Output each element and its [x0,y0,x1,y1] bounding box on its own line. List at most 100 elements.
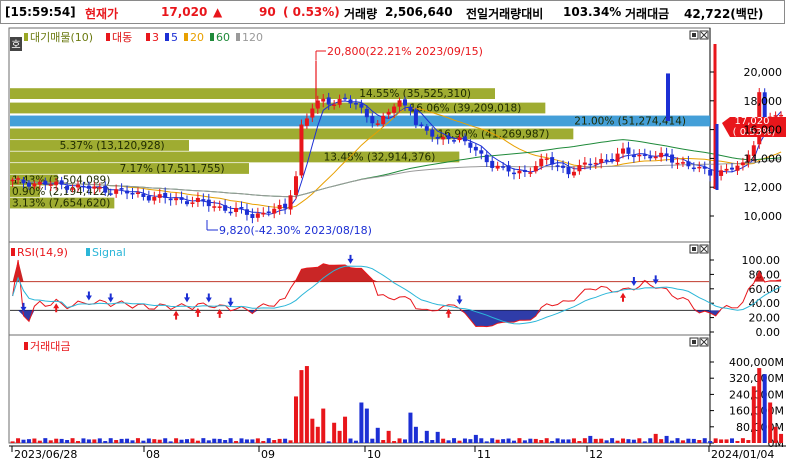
date-tick-label: 10 [367,448,381,461]
candle-body [141,193,146,197]
candle-body [32,183,37,187]
price-tick-label: 20,000 [744,66,783,79]
prev-ratio-value: 103.34% [563,5,622,19]
candle-body [413,110,418,125]
order-bar-label-4: 5.37% (13,120,928) [60,140,165,152]
candle-body [217,206,222,208]
candle-body [310,108,315,118]
ma-legend-swatch-20 [184,33,188,41]
volume-bar [234,441,239,443]
volume-bar [179,439,184,443]
candle-body [26,182,31,187]
candle-body [735,165,740,171]
order-bar-label-9: 3.13% (7,654,620) [12,198,110,210]
rsi-legend-swatch [11,248,15,256]
candle-body [680,162,685,164]
candle-body [588,163,593,166]
candle-body [364,108,369,118]
price-tick-label: 12,000 [744,181,783,194]
candle-body [359,103,364,108]
volume-bar [381,440,386,443]
candle-body [621,148,625,154]
up-arrow-icon: ▲ [213,5,223,19]
candle-body [550,157,555,165]
volume-bar [239,438,244,443]
candle-body [332,104,337,106]
volume-bar [659,439,664,443]
candle-body [223,205,228,211]
candle-body [119,188,124,190]
volume-bar [163,438,168,443]
volume-bar [724,439,729,443]
candle-body [468,142,473,148]
volume-bar [157,439,162,443]
candle-body [244,209,249,215]
volume-bar [773,426,778,443]
candle-body [473,146,478,151]
candle-body [190,202,195,204]
ma-legend-swatch-60 [210,33,214,41]
candle-body [615,153,620,162]
volume-bar [462,438,467,443]
volume-bar [419,441,424,443]
candle-body [495,165,500,169]
volume-bar [588,435,593,443]
volume-value: 2,506,640 [385,5,453,19]
candle-body [277,204,282,210]
candle-body [599,158,604,164]
candle-body [81,185,86,188]
volume-bar [272,440,277,443]
candle-body [631,155,636,158]
volume-bar [593,438,598,443]
candle-body [163,192,168,198]
ma-legend-period-120: 120 [242,31,263,44]
volume-bar [702,438,707,443]
volume-bar [670,440,675,443]
orderbar-legend-label: 대기매물(10) [30,31,93,44]
volume-legend-swatch [24,342,28,350]
date-tick-label: 2024/01/04 [711,448,774,461]
volume-bar [114,440,119,443]
order-bar-label-0: 14.55% (35,525,310) [359,88,471,100]
price-tick-label: 16,000 [744,124,783,137]
volume-bar [168,441,173,443]
volume-bar [555,438,560,443]
volume-bar [212,438,217,443]
order-bar-label-6: 7.17% (17,511,755) [120,163,225,175]
candle-body [288,195,293,210]
candle-body [419,124,424,127]
volume-bar [283,438,288,443]
volume-bar [119,438,124,443]
volume-bar [130,440,135,443]
volume-bar [206,440,211,443]
volume-bar [457,440,462,443]
volume-bar [686,438,691,443]
quote-side-label: 호 [11,39,20,51]
candle-body [670,154,675,163]
volume-bar [642,441,647,443]
candle-body [92,186,97,189]
quote-header: [15:59:54] 현재가 17,020 ▲ 90 ( 0.53%) 거래량 … [0,0,785,24]
volume-bar [223,440,228,443]
volume-bar [277,438,282,443]
candle-body [593,162,598,165]
candle-body [452,140,457,142]
volume-bar [321,408,326,443]
volume-bar [691,438,696,443]
candle-body [114,189,119,194]
volume-bar [86,439,91,443]
volume-bar [740,438,745,443]
volume-legend-label: 거래대금 [30,340,70,353]
candle-body [185,201,189,205]
volume-bar [32,438,37,443]
candle-body [392,106,397,113]
volume-bar [539,440,544,443]
candle-body [304,118,309,126]
volume-bar [299,370,304,443]
candle-body [103,185,108,193]
rsi-legend-label: RSI(14,9) [17,246,68,259]
candle-body [353,103,358,105]
candle-body [686,161,691,167]
candle-body [86,185,91,189]
candle-body [501,166,506,168]
